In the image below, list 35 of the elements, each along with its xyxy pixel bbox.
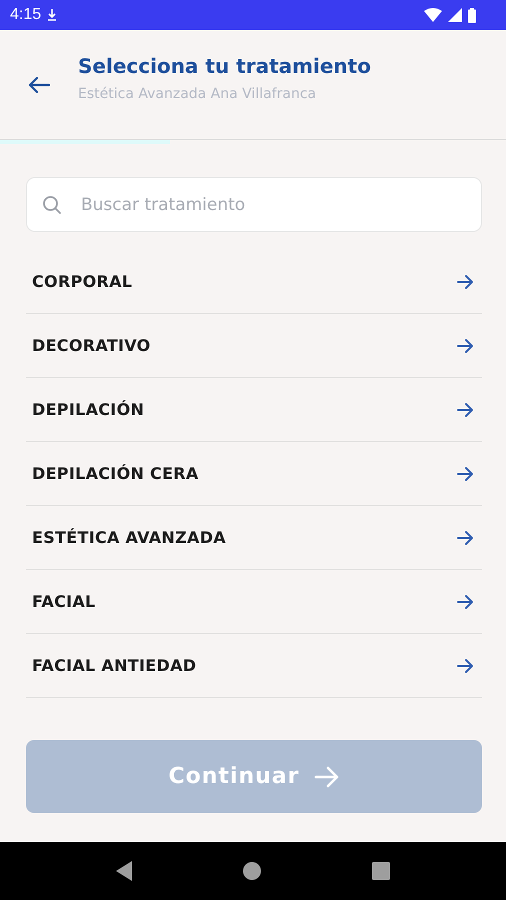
category-item[interactable]: DEPILACIÓN CERA bbox=[26, 442, 482, 506]
arrow-right-icon bbox=[456, 464, 474, 482]
category-item[interactable]: ESTÉTICA AVANZADA bbox=[26, 506, 482, 570]
category-item[interactable]: DEPILACIÓN bbox=[26, 378, 482, 442]
category-label: DEPILACIÓN CERA bbox=[32, 464, 199, 483]
category-label: CORPORAL bbox=[32, 272, 132, 291]
battery-icon bbox=[468, 8, 476, 22]
back-button[interactable] bbox=[28, 76, 50, 94]
back-icon[interactable] bbox=[116, 861, 132, 881]
arrow-right-icon bbox=[456, 400, 474, 418]
category-label: FACIAL bbox=[32, 592, 96, 611]
category-label: FACIAL ANTIEDAD bbox=[32, 656, 196, 675]
recents-icon[interactable] bbox=[372, 862, 390, 880]
clinic-name: Estética Avanzada Ana Villafranca bbox=[78, 86, 318, 102]
category-label: DECORATIVO bbox=[32, 336, 151, 355]
arrow-right-icon bbox=[456, 336, 474, 354]
wifi-icon bbox=[424, 8, 442, 22]
signal-icon bbox=[448, 8, 462, 22]
arrow-right-icon bbox=[456, 656, 474, 674]
category-label: ESTÉTICA AVANZADA bbox=[32, 528, 226, 547]
arrow-right-icon bbox=[314, 766, 340, 788]
clock-time: 4:15 bbox=[10, 6, 42, 24]
search-field[interactable]: Buscar tratamiento bbox=[26, 177, 482, 232]
category-item[interactable]: FACIAL ANTIEDAD bbox=[26, 634, 482, 698]
category-item[interactable]: FACIAL bbox=[26, 570, 482, 634]
download-icon bbox=[47, 8, 58, 22]
category-item[interactable]: DECORATIVO bbox=[26, 314, 482, 378]
arrow-right-icon bbox=[456, 272, 474, 290]
category-item[interactable]: CORPORAL bbox=[26, 250, 482, 314]
arrow-right-icon bbox=[456, 592, 474, 610]
home-icon[interactable] bbox=[242, 862, 261, 880]
back-arrow-icon bbox=[28, 76, 50, 94]
screen-title: Selecciona tu tratamiento bbox=[78, 54, 371, 78]
arrow-right-icon bbox=[456, 528, 474, 546]
category-label: DEPILACIÓN bbox=[32, 400, 144, 419]
